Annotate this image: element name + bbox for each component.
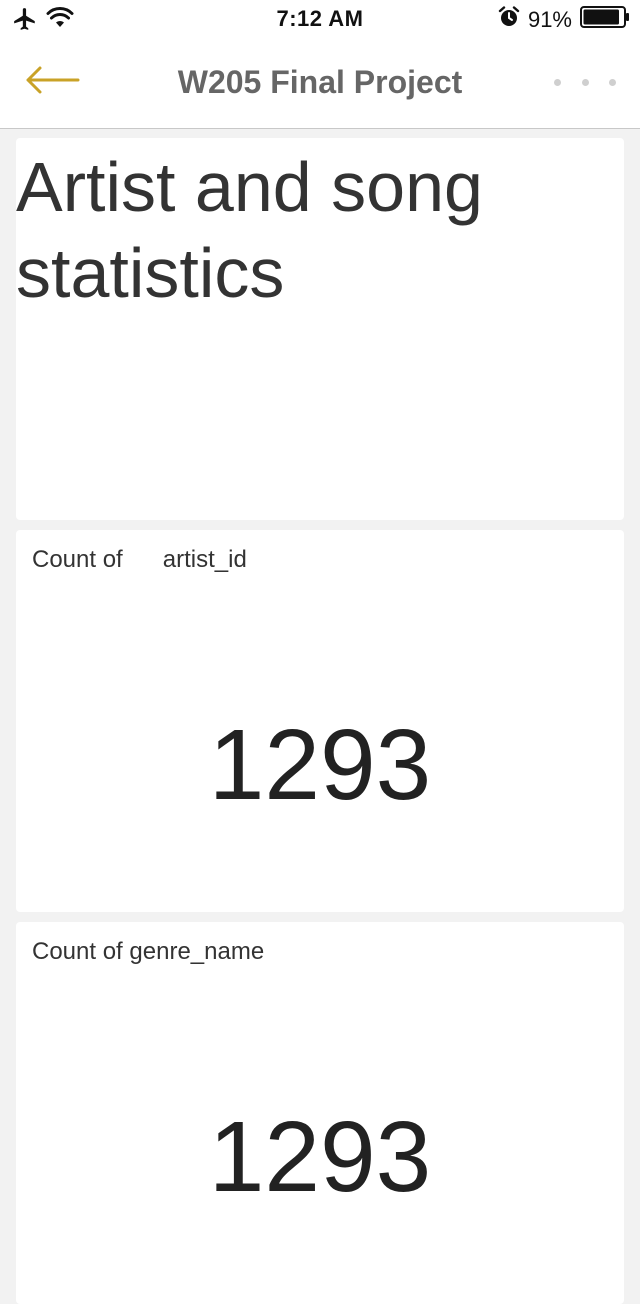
more-options-button[interactable] (554, 70, 616, 94)
tile-label-field: genre_name (129, 938, 265, 965)
tile-heading: Artist and song statistics (16, 148, 483, 312)
text-tile[interactable]: Artist and song statistics (16, 138, 624, 520)
status-bar: 7:12 AM 91% (0, 0, 640, 40)
tile-label: Count of genre_name (32, 938, 264, 966)
tile-label-prefix: Count of (32, 546, 123, 573)
battery-percent: 91% (527, 7, 572, 32)
more-horizontal-icon (554, 78, 561, 86)
battery-icon (580, 6, 630, 34)
count-tile-artist[interactable]: Count of artist_id 1293 (16, 530, 624, 912)
tile-value: 1293 (208, 1101, 432, 1213)
more-dot (581, 78, 589, 86)
tile-value: 1293 (208, 709, 432, 821)
count-tile-genre[interactable]: Count of genre_name 1293 (16, 922, 624, 1304)
alarm-icon (498, 6, 520, 34)
tile-label-field: artist_id (162, 546, 247, 573)
more-dot (609, 78, 616, 86)
page-title: W205 Final Project (177, 64, 463, 100)
tile-label-prefix: Count of (32, 938, 123, 965)
tile-label: Count of artist_id (32, 546, 247, 574)
status-right-icons: 91% (498, 6, 630, 34)
nav-bar: W205 Final Project (0, 40, 640, 129)
